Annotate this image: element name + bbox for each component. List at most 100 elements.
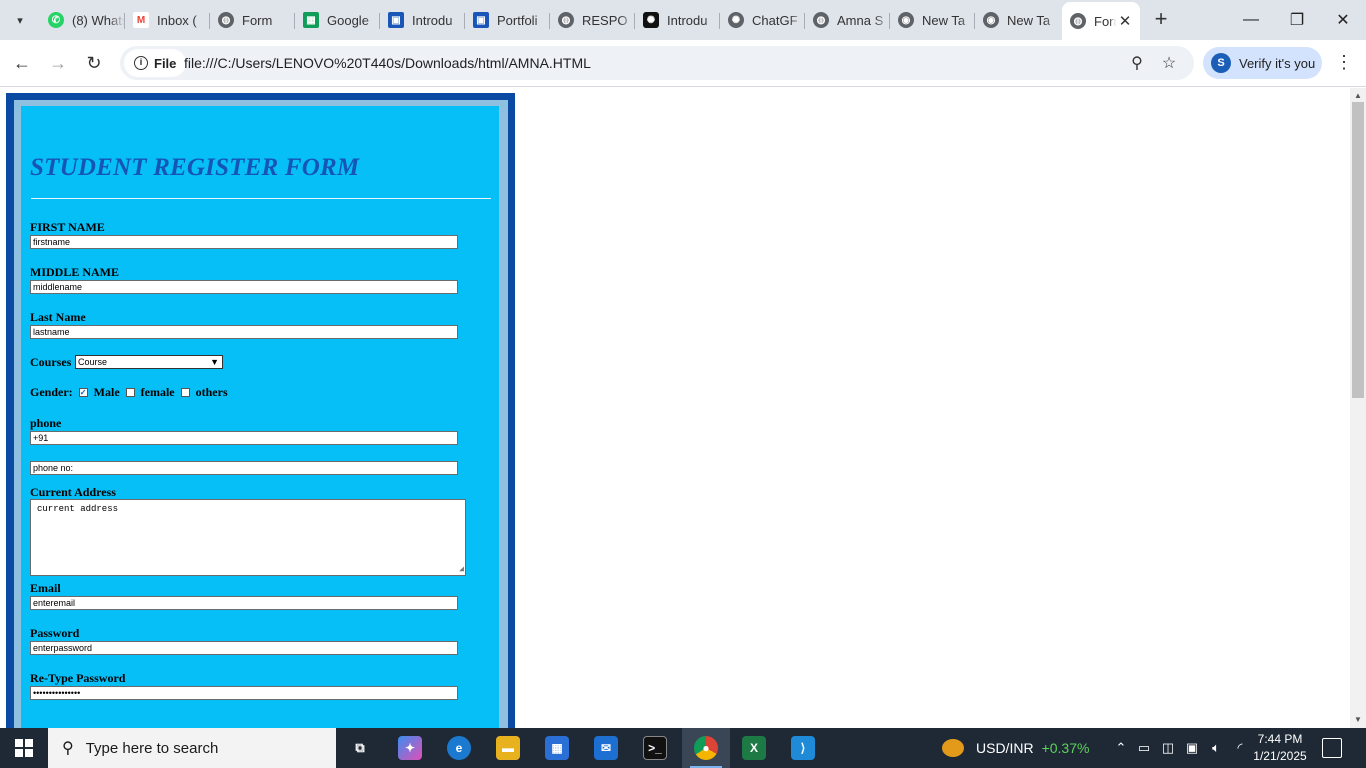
scrollbar-thumb[interactable] <box>1352 102 1364 398</box>
reload-icon: ↻ <box>86 52 102 73</box>
browser-menu-icon[interactable]: ⋮ <box>1334 52 1354 73</box>
tab-google-sheets[interactable]: ▦ Google <box>295 5 380 35</box>
folder-icon: ▬ <box>496 736 520 760</box>
id-card-icon: ▣ <box>388 12 404 28</box>
terminal-button[interactable]: >_ <box>631 728 679 768</box>
globe-icon: ◍ <box>1070 13 1086 29</box>
system-clock[interactable]: 7:44 PM 1/21/2025 <box>1246 731 1314 765</box>
close-icon: ✕ <box>1336 12 1350 29</box>
middle-name-label: MIDDLE NAME <box>30 265 119 279</box>
minimize-button[interactable]: — <box>1228 0 1274 40</box>
start-button[interactable] <box>0 728 48 768</box>
tab-search-button[interactable]: ▾ <box>6 6 34 34</box>
email-input[interactable]: enteremail <box>30 596 458 610</box>
vscode-icon: ⟩ <box>791 736 815 760</box>
tab-amna[interactable]: ◍ Amna S <box>805 5 890 35</box>
sheets-icon: ▦ <box>303 12 319 28</box>
mail-button[interactable]: ✉ <box>582 728 630 768</box>
tab-active-form[interactable]: ◍ Form ✕ <box>1062 2 1140 40</box>
coins-icon <box>942 739 964 757</box>
chrome-button[interactable]: ● <box>682 728 730 768</box>
browser-toolbar: ← → ↻ i File file:///C:/Users/LENOVO%20T… <box>0 40 1366 87</box>
chrome-icon: ● <box>694 736 718 760</box>
edge-icon: e <box>447 736 471 760</box>
page-scrollbar[interactable]: ▲ ▼ <box>1350 88 1366 728</box>
chrome-icon: ◉ <box>983 12 999 28</box>
gender-male-checkbox[interactable]: ✓ <box>78 388 88 397</box>
new-tab-button[interactable]: + <box>1149 8 1173 32</box>
tab-responsive[interactable]: ◍ RESPO <box>550 5 635 35</box>
courses-label: Courses <box>30 355 72 369</box>
plus-icon: + <box>1154 6 1168 31</box>
chrome-icon: ◉ <box>898 12 914 28</box>
back-button[interactable]: ← <box>8 49 36 77</box>
restore-button[interactable]: ❐ <box>1274 0 1320 40</box>
first-name-label: FIRST NAME <box>30 220 105 234</box>
system-tray: ⌃ ▭ ◫ ▣ 🔈︎ ◜ <box>1110 728 1252 768</box>
camera-icon[interactable]: ◫ <box>1156 740 1180 756</box>
current-address-textarea[interactable]: current address ◢ <box>30 499 466 576</box>
tab-introduction-1[interactable]: ▣ Introdu <box>380 5 465 35</box>
arrow-right-icon: → <box>49 52 67 73</box>
forward-button[interactable]: → <box>44 49 72 77</box>
notifications-icon[interactable] <box>1322 738 1342 758</box>
file-explorer-button[interactable]: ▬ <box>484 728 532 768</box>
resize-grip-icon[interactable]: ◢ <box>459 564 464 574</box>
phone-code-input[interactable]: +91 <box>30 431 458 445</box>
scroll-up-icon[interactable]: ▲ <box>1354 91 1362 100</box>
tab-new-tab-2[interactable]: ◉ New Ta <box>975 5 1060 35</box>
retype-password-input[interactable]: ••••••••••••••• <box>30 686 458 700</box>
copilot-button[interactable]: ✦ <box>386 728 434 768</box>
chevron-down-icon: ▾ <box>17 14 23 27</box>
edge-button[interactable]: e <box>435 728 483 768</box>
title-divider <box>31 198 491 199</box>
tab-introduction-2[interactable]: ✺ Introdu <box>635 5 720 35</box>
url-text[interactable]: file:///C:/Users/LENOVO%20T440s/Download… <box>184 55 591 71</box>
tab-portfolio[interactable]: ▣ Portfoli <box>465 5 550 35</box>
site-info-chip[interactable]: i File <box>124 49 187 77</box>
chevron-down-icon: ▼ <box>210 357 219 367</box>
gender-male-label: Male <box>93 385 120 399</box>
password-input[interactable]: enterpassword <box>30 641 458 655</box>
form-outer-border: STUDENT REGISTER FORM FIRST NAME firstna… <box>6 93 515 728</box>
reload-button[interactable]: ↻ <box>80 49 108 77</box>
zoom-icon[interactable]: ⚲ <box>1127 53 1147 73</box>
microsoft-store-button[interactable]: ▦ <box>533 728 581 768</box>
tab-chatgpt[interactable]: ✺ ChatGF <box>720 5 805 35</box>
tab-gmail[interactable]: M Inbox ( <box>125 5 210 35</box>
bookmark-star-icon[interactable]: ☆ <box>1159 53 1179 73</box>
battery-icon[interactable]: ▭ <box>1132 740 1156 756</box>
first-name-input[interactable]: firstname <box>30 235 458 249</box>
vscode-button[interactable]: ⟩ <box>779 728 827 768</box>
tab-form[interactable]: ◍ Form <box>210 5 295 35</box>
volume-icon[interactable]: 🔈︎ <box>1204 740 1228 756</box>
excel-button[interactable]: X <box>730 728 778 768</box>
gender-others-checkbox[interactable] <box>180 388 190 397</box>
globe-icon: ◍ <box>558 12 574 28</box>
currency-ticker[interactable]: USD/INR +0.37% <box>942 728 1089 768</box>
windows-taskbar: ⚲ Type here to search ⧉ ✦ e ▬ ▦ ✉ >_ ● X… <box>0 728 1366 768</box>
courses-select[interactable]: Course ▼ <box>75 355 223 369</box>
task-view-button[interactable]: ⧉ <box>336 728 384 768</box>
chevron-up-icon[interactable]: ⌃ <box>1110 740 1132 756</box>
gender-label: Gender: <box>30 385 73 399</box>
middle-name-input[interactable]: middlename <box>30 280 458 294</box>
scroll-down-icon[interactable]: ▼ <box>1354 715 1362 724</box>
close-window-button[interactable]: ✕ <box>1320 0 1366 40</box>
tab-new-tab-1[interactable]: ◉ New Ta <box>890 5 975 35</box>
taskbar-search-box[interactable]: ⚲ Type here to search <box>48 728 336 768</box>
minimize-icon: — <box>1243 11 1259 28</box>
gender-female-checkbox[interactable] <box>125 388 135 397</box>
tab-whatsapp[interactable]: ✆ (8) WhatsApp <box>40 5 125 35</box>
network-icon[interactable]: ▣ <box>1180 740 1204 756</box>
phone-number-input[interactable]: phone no: <box>30 461 458 475</box>
current-address-label: Current Address <box>30 485 116 499</box>
address-bar[interactable]: i File file:///C:/Users/LENOVO%20T440s/D… <box>120 46 1194 80</box>
gender-female-label: female <box>140 385 175 399</box>
chatgpt-icon: ✺ <box>728 12 744 28</box>
restore-icon: ❐ <box>1289 12 1305 29</box>
profile-verify-button[interactable]: S Verify it's you <box>1203 47 1322 79</box>
terminal-icon: >_ <box>643 736 667 760</box>
last-name-input[interactable]: lastname <box>30 325 458 339</box>
close-tab-icon[interactable]: ✕ <box>1116 12 1134 30</box>
